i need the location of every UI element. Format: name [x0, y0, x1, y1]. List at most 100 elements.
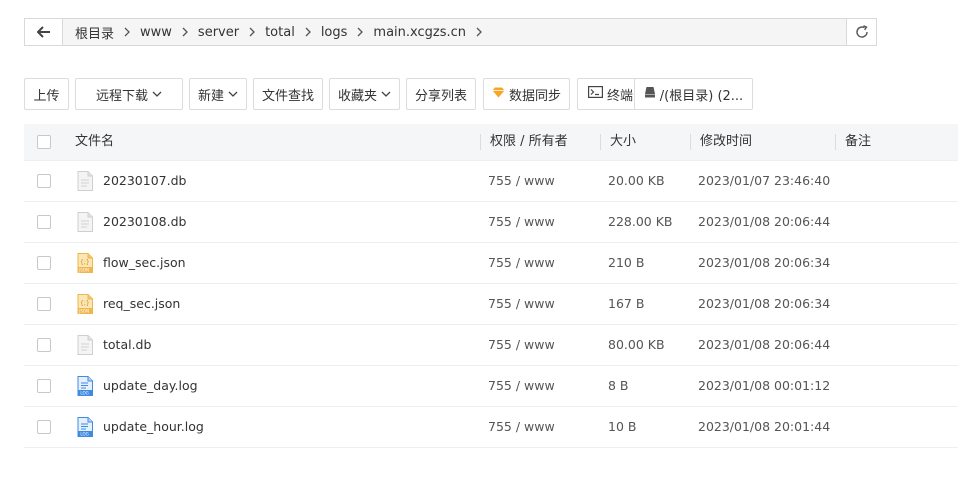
- terminal-icon: [587, 86, 603, 102]
- file-table: 文件名 权限 / 所有者 大小 修改时间 备注 20230107.db 755 /…: [24, 124, 958, 448]
- refresh-button[interactable]: [846, 19, 876, 45]
- chevron-down-icon: [152, 89, 162, 99]
- svg-text:JSON: JSON: [78, 309, 89, 314]
- table-row[interactable]: {;} JSON req_sec.json 755 / www 167 B 2023/01…: [24, 284, 958, 325]
- disk-button[interactable]: /(根目录) (2...: [634, 78, 753, 110]
- file-permission[interactable]: 755 / www: [488, 161, 555, 201]
- row-checkbox[interactable]: [37, 338, 51, 352]
- column-divider: [690, 134, 691, 150]
- file-name[interactable]: total.db: [103, 325, 151, 365]
- arrow-left-icon: [36, 26, 50, 38]
- table-row[interactable]: LOG update_hour.log 755 / www 10 B 2023/01/0…: [24, 407, 958, 448]
- table-row[interactable]: 20230107.db 755 / www 20.00 KB 2023/01/07 2…: [24, 161, 958, 202]
- file-name[interactable]: flow_sec.json: [103, 243, 186, 283]
- file-permission[interactable]: 755 / www: [488, 325, 555, 365]
- select-all-checkbox[interactable]: [37, 135, 51, 149]
- json-file-icon: {;} JSON: [77, 294, 93, 314]
- share-list-label: 分享列表: [414, 88, 467, 104]
- file-permission[interactable]: 755 / www: [488, 284, 555, 324]
- header-size[interactable]: 大小: [610, 124, 636, 160]
- log-file-icon: LOG: [77, 417, 93, 437]
- upload-button[interactable]: 上传: [24, 78, 69, 110]
- file-permission[interactable]: 755 / www: [488, 202, 555, 242]
- file-size: 228.00 KB: [608, 214, 673, 229]
- upload-label: 上传: [33, 88, 60, 104]
- header-note[interactable]: 备注: [845, 124, 871, 160]
- file-name[interactable]: update_day.log: [103, 366, 198, 406]
- row-checkbox[interactable]: [37, 379, 51, 393]
- generic-file-icon: [77, 335, 93, 355]
- header-filename[interactable]: 文件名: [75, 124, 114, 160]
- remote-download-label: 远程下载: [95, 88, 148, 104]
- file-name[interactable]: req_sec.json: [103, 284, 180, 324]
- chevron-right-icon: [472, 27, 486, 37]
- json-file-icon: {;} JSON: [77, 253, 93, 273]
- favorites-label: 收藏夹: [337, 88, 377, 104]
- new-button[interactable]: 新建: [189, 78, 247, 110]
- path-bar: 根目录 www server total logs main.xcgzs.cn: [24, 18, 877, 46]
- chevron-down-icon: [381, 89, 391, 99]
- table-row[interactable]: LOG update_day.log 755 / www 8 B 2023/01/08 …: [24, 366, 958, 407]
- breadcrumb-item-server[interactable]: server: [192, 25, 245, 40]
- file-permission[interactable]: 755 / www: [488, 366, 555, 406]
- remote-download-button[interactable]: 远程下载: [75, 78, 183, 110]
- data-sync-label: 数据同步: [508, 88, 561, 104]
- row-checkbox[interactable]: [37, 174, 51, 188]
- breadcrumb-item-total[interactable]: total: [259, 25, 301, 40]
- data-sync-button[interactable]: 数据同步: [483, 78, 570, 110]
- svg-text:JSON: JSON: [78, 268, 89, 273]
- svg-text:{;}: {;}: [80, 259, 90, 266]
- log-file-icon: LOG: [77, 376, 93, 396]
- file-mtime: 2023/01/08 00:01:12: [698, 378, 831, 393]
- svg-text:LOG: LOG: [80, 391, 88, 396]
- file-name[interactable]: 20230107.db: [103, 161, 186, 201]
- breadcrumb-item-logs[interactable]: logs: [315, 25, 354, 40]
- refresh-icon: [855, 25, 868, 38]
- chevron-down-icon: [228, 89, 238, 99]
- file-permission[interactable]: 755 / www: [488, 407, 555, 447]
- column-divider: [480, 134, 481, 150]
- breadcrumb-item-site[interactable]: main.xcgzs.cn: [367, 25, 472, 40]
- chevron-right-icon: [245, 27, 259, 37]
- back-button[interactable]: [25, 19, 63, 45]
- disk-icon: [644, 86, 656, 102]
- share-list-button[interactable]: 分享列表: [406, 78, 476, 110]
- row-checkbox[interactable]: [37, 420, 51, 434]
- file-size: 10 B: [608, 419, 637, 434]
- column-divider: [600, 134, 601, 150]
- header-permission[interactable]: 权限 / 所有者: [490, 124, 568, 160]
- file-mtime: 2023/01/08 20:06:34: [698, 296, 831, 311]
- file-permission[interactable]: 755 / www: [488, 243, 555, 283]
- table-row[interactable]: {;} JSON flow_sec.json 755 / www 210 B 2023/0…: [24, 243, 958, 284]
- table-row[interactable]: 20230108.db 755 / www 228.00 KB 2023/01/08 …: [24, 202, 958, 243]
- disk-label: /(根目录) (2...: [659, 88, 744, 104]
- generic-file-icon: [77, 212, 93, 232]
- file-search-button[interactable]: 文件查找: [253, 78, 323, 110]
- row-checkbox[interactable]: [37, 297, 51, 311]
- file-mtime: 2023/01/07 23:46:40: [698, 173, 831, 188]
- header-mtime[interactable]: 修改时间: [700, 124, 752, 160]
- file-mtime: 2023/01/08 20:06:44: [698, 337, 831, 352]
- file-size: 210 B: [608, 255, 645, 270]
- chevron-right-icon: [353, 27, 367, 37]
- file-mtime: 2023/01/08 20:06:34: [698, 255, 831, 270]
- breadcrumb-item-www[interactable]: www: [134, 25, 178, 40]
- svg-text:{;}: {;}: [80, 300, 90, 307]
- new-label: 新建: [197, 88, 224, 104]
- row-checkbox[interactable]: [37, 256, 51, 270]
- favorites-button[interactable]: 收藏夹: [329, 78, 400, 110]
- diamond-icon: [492, 87, 505, 102]
- file-mtime: 2023/01/08 20:01:44: [698, 419, 831, 434]
- chevron-right-icon: [301, 27, 315, 37]
- row-checkbox[interactable]: [37, 215, 51, 229]
- chevron-right-icon: [120, 27, 134, 37]
- breadcrumb-item-root[interactable]: 根目录: [69, 23, 120, 42]
- file-mtime: 2023/01/08 20:06:44: [698, 214, 831, 229]
- file-size: 20.00 KB: [608, 173, 665, 188]
- file-search-label: 文件查找: [261, 88, 314, 104]
- generic-file-icon: [77, 171, 93, 191]
- file-name[interactable]: 20230108.db: [103, 202, 186, 242]
- table-row[interactable]: total.db 755 / www 80.00 KB 2023/01/08 20:0…: [24, 325, 958, 366]
- breadcrumb: 根目录 www server total logs main.xcgzs.cn: [63, 19, 846, 45]
- file-name[interactable]: update_hour.log: [103, 407, 204, 447]
